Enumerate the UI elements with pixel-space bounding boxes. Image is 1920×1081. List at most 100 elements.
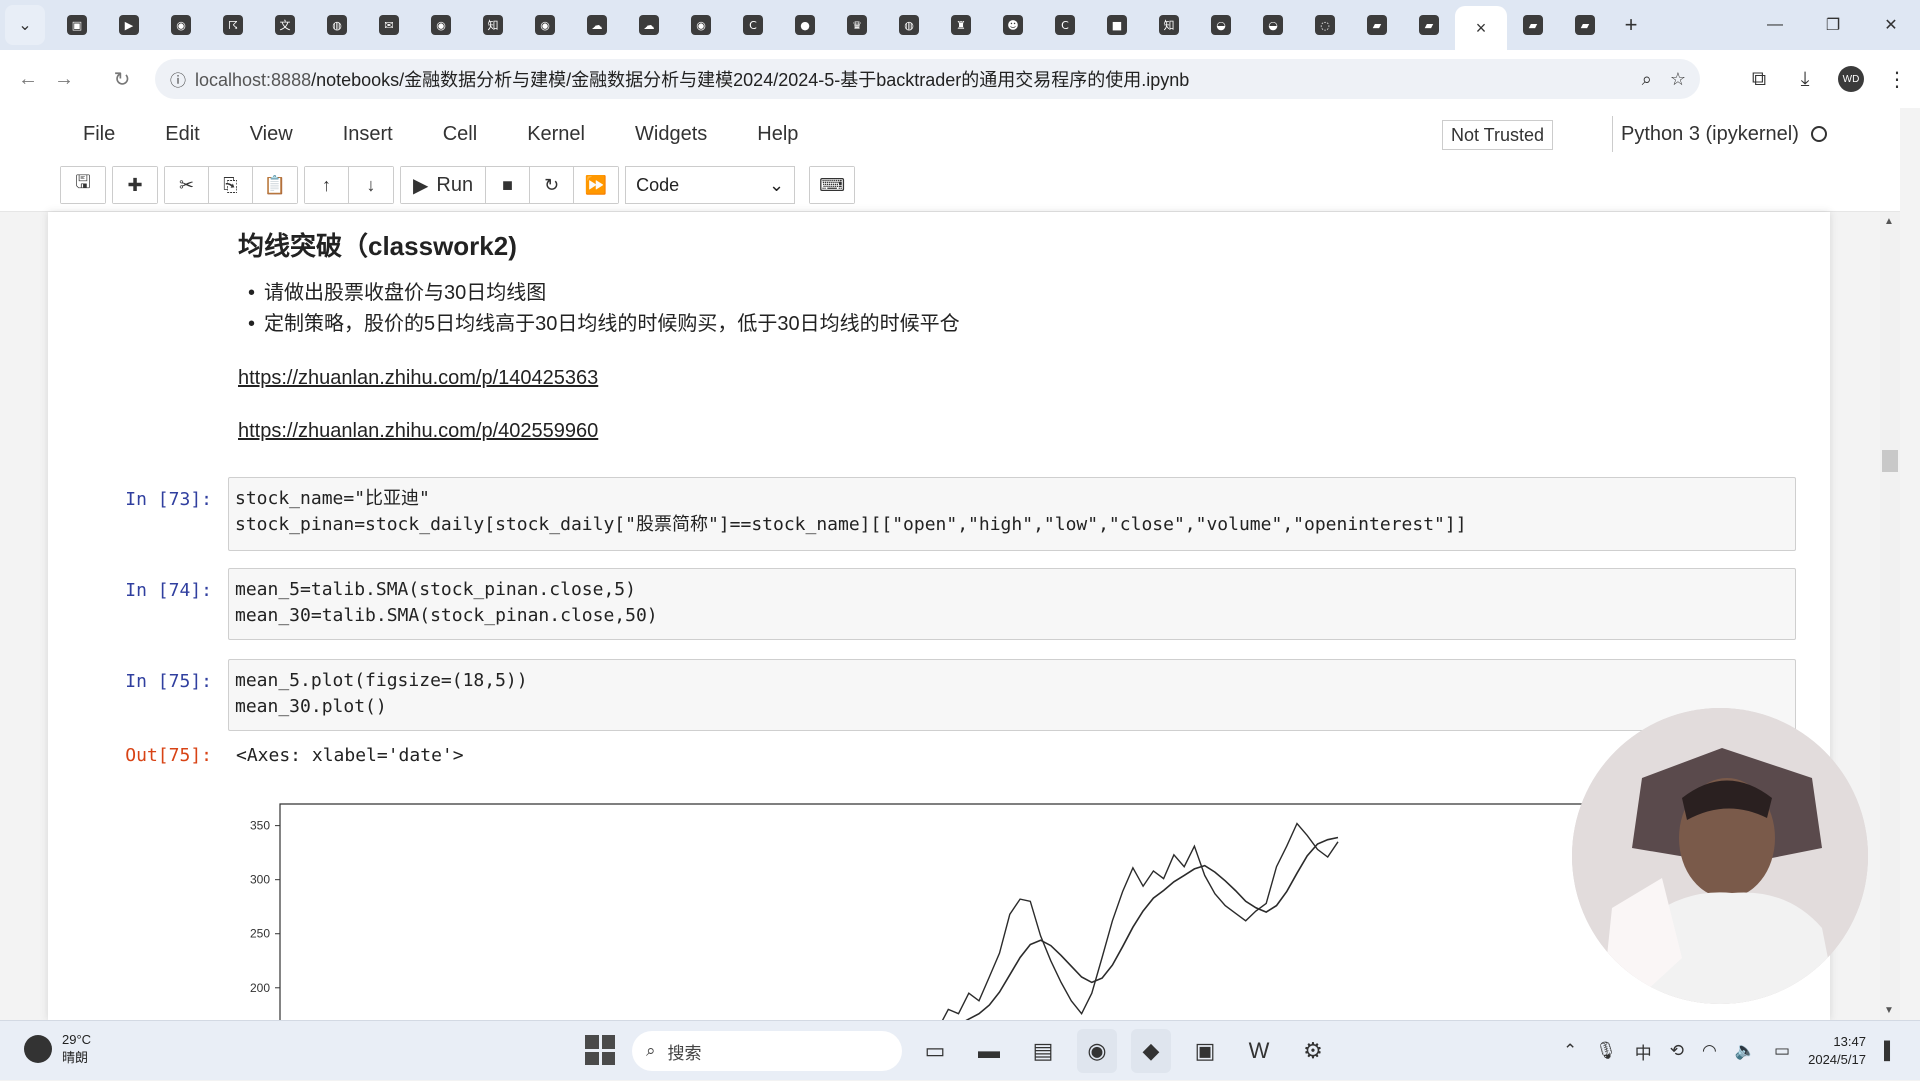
move-up-icon[interactable]: ↑ bbox=[305, 167, 349, 203]
back-icon[interactable]: ← bbox=[10, 61, 46, 97]
browser-tab[interactable]: ☻ bbox=[987, 5, 1039, 45]
microphone-icon[interactable]: 🎙 bbox=[1595, 1041, 1617, 1061]
forward-icon[interactable]: → bbox=[46, 61, 82, 97]
close-tab-icon[interactable]: × bbox=[1476, 18, 1487, 39]
restart-run-all-icon[interactable]: ⏩ bbox=[574, 167, 619, 203]
menu-kernel[interactable]: Kernel bbox=[502, 123, 610, 146]
browser-tab[interactable]: ■ bbox=[1091, 5, 1143, 45]
browser-tab[interactable]: ◌ bbox=[1299, 5, 1351, 45]
scroll-up-icon[interactable]: ▲ bbox=[1884, 216, 1894, 227]
browser-tab[interactable]: ▰ bbox=[1507, 5, 1559, 45]
not-trusted-badge[interactable]: Not Trusted bbox=[1442, 120, 1554, 150]
menu-kebab-icon[interactable]: ⋮ bbox=[1874, 67, 1920, 92]
insert-cell-icon[interactable]: ✚ bbox=[113, 167, 157, 203]
menu-view[interactable]: View bbox=[225, 123, 318, 146]
chrome-icon[interactable]: ◉ bbox=[1077, 1029, 1117, 1073]
browser-tab[interactable]: ♛ bbox=[831, 5, 883, 45]
browser-tab[interactable]: C bbox=[1039, 5, 1091, 45]
new-tab-button[interactable]: + bbox=[1611, 12, 1651, 38]
browser-tab[interactable]: ▰ bbox=[1559, 5, 1611, 45]
battery-icon[interactable]: ▭ bbox=[1774, 1041, 1790, 1061]
restore-icon[interactable]: ❐ bbox=[1804, 0, 1862, 50]
clock[interactable]: 13:47 2024/5/17 bbox=[1808, 1033, 1866, 1069]
file-explorer-icon[interactable]: ▬ bbox=[969, 1029, 1009, 1073]
terminal-icon[interactable]: ▣ bbox=[1185, 1029, 1225, 1073]
browser-tab[interactable]: ☁ bbox=[623, 5, 675, 45]
notification-icon[interactable]: ▌ bbox=[1884, 1041, 1896, 1061]
menu-widgets[interactable]: Widgets bbox=[610, 123, 732, 146]
restart-icon[interactable]: ↻ bbox=[530, 167, 575, 203]
browser-tab[interactable]: 文 bbox=[259, 5, 311, 45]
browser-tab[interactable]: ✉ bbox=[363, 5, 415, 45]
browser-tab[interactable]: ☁ bbox=[571, 5, 623, 45]
settings-icon[interactable]: ⚙ bbox=[1293, 1029, 1333, 1073]
sync-icon[interactable]: ⟲ bbox=[1670, 1041, 1684, 1061]
code-cell-73[interactable]: stock_name="比亚迪" stock_pinan=stock_daily… bbox=[228, 477, 1796, 551]
wifi-icon[interactable]: ◠ bbox=[1702, 1041, 1717, 1061]
browser-tab[interactable]: ◉ bbox=[675, 5, 727, 45]
browser-tab[interactable]: ● bbox=[779, 5, 831, 45]
interrupt-icon[interactable]: ■ bbox=[486, 167, 531, 203]
active-tab[interactable]: × bbox=[1455, 6, 1507, 50]
scroll-down-icon[interactable]: ▼ bbox=[1884, 1005, 1894, 1016]
bookmark-star-icon[interactable]: ☆ bbox=[1670, 69, 1686, 90]
browser-tab[interactable]: ♜ bbox=[935, 5, 987, 45]
browser-tab[interactable]: ◉ bbox=[415, 5, 467, 45]
minimize-icon[interactable]: — bbox=[1746, 0, 1804, 50]
kernel-indicator[interactable]: Python 3 (ipykernel) bbox=[1612, 116, 1827, 152]
zoom-icon[interactable]: ⌕ bbox=[1642, 69, 1652, 90]
weather-widget[interactable]: 29°C 晴朗 bbox=[24, 1031, 91, 1067]
browser-tab[interactable]: ▰ bbox=[1351, 5, 1403, 45]
browser-tab[interactable]: ◒ bbox=[1247, 5, 1299, 45]
chevron-up-icon[interactable]: ⌃ bbox=[1563, 1041, 1577, 1061]
menu-edit[interactable]: Edit bbox=[140, 123, 224, 146]
browser-tab[interactable]: ☈ bbox=[207, 5, 259, 45]
cell-type-select[interactable]: Code ⌄ bbox=[625, 166, 796, 204]
browser-tab[interactable]: ◍ bbox=[311, 5, 363, 45]
code-cell-74[interactable]: mean_5=talib.SMA(stock_pinan.close,5) me… bbox=[228, 568, 1796, 640]
site-info-icon[interactable]: ⓘ bbox=[161, 67, 195, 91]
menu-help[interactable]: Help bbox=[732, 123, 823, 146]
menu-cell[interactable]: Cell bbox=[418, 123, 502, 146]
page-scrollbar[interactable]: ▲ ▼ bbox=[1880, 212, 1900, 1020]
volume-icon[interactable]: 🔈 bbox=[1735, 1041, 1756, 1061]
start-icon[interactable] bbox=[585, 1035, 615, 1065]
browser-tab[interactable]: C bbox=[727, 5, 779, 45]
wps-icon[interactable]: W bbox=[1239, 1029, 1279, 1073]
paste-icon[interactable]: 📋 bbox=[253, 167, 297, 203]
folder-icon[interactable]: ▤ bbox=[1023, 1029, 1063, 1073]
recorder-icon[interactable]: ◆ bbox=[1131, 1029, 1171, 1073]
reload-icon[interactable]: ↻ bbox=[104, 61, 140, 97]
move-down-icon[interactable]: ↓ bbox=[349, 167, 393, 203]
task-view-icon[interactable]: ▭ bbox=[915, 1029, 955, 1073]
browser-tab[interactable]: ▶ bbox=[103, 5, 155, 45]
keyboard-icon[interactable]: ⌨ bbox=[810, 167, 855, 203]
input-method-icon[interactable]: 中 bbox=[1635, 1039, 1652, 1064]
extensions-icon[interactable]: ⧉ bbox=[1736, 68, 1782, 91]
menu-file[interactable]: File bbox=[58, 123, 140, 146]
run-button[interactable]: ▶ Run bbox=[401, 167, 487, 203]
download-icon[interactable]: ⤓ bbox=[1782, 68, 1828, 91]
url-text[interactable]: localhost:8888/notebooks/金融数据分析与建模/金融数据分… bbox=[195, 66, 1189, 92]
taskbar-search[interactable]: ⌕ 搜索 bbox=[632, 1031, 902, 1071]
browser-tab[interactable]: ◉ bbox=[519, 5, 571, 45]
browser-tab[interactable]: 知 bbox=[1143, 5, 1195, 45]
zhihu-link-2[interactable]: https://zhuanlan.zhihu.com/p/402559960 bbox=[238, 420, 598, 443]
copy-icon[interactable]: ⎘ bbox=[209, 167, 253, 203]
browser-tab[interactable]: ▣ bbox=[51, 5, 103, 45]
menu-insert[interactable]: Insert bbox=[318, 123, 418, 146]
zhihu-link-1[interactable]: https://zhuanlan.zhihu.com/p/140425363 bbox=[238, 367, 598, 390]
address-bar[interactable]: ⓘ localhost:8888/notebooks/金融数据分析与建模/金融数… bbox=[155, 59, 1700, 99]
code-cell-75[interactable]: mean_5.plot(figsize=(18,5)) mean_30.plot… bbox=[228, 659, 1796, 731]
browser-tab[interactable]: ◒ bbox=[1195, 5, 1247, 45]
browser-tab[interactable]: ▰ bbox=[1403, 5, 1455, 45]
browser-tab[interactable]: 知 bbox=[467, 5, 519, 45]
browser-tab[interactable]: ◉ bbox=[155, 5, 207, 45]
scrollbar-thumb[interactable] bbox=[1882, 450, 1898, 472]
cut-icon[interactable]: ✂ bbox=[165, 167, 209, 203]
close-window-icon[interactable]: ✕ bbox=[1862, 0, 1920, 50]
browser-tab[interactable]: ◍ bbox=[883, 5, 935, 45]
profile-button[interactable]: WD bbox=[1828, 66, 1874, 92]
save-icon[interactable]: 🖫 bbox=[61, 167, 105, 203]
tab-search-dropdown[interactable]: ⌄ bbox=[5, 5, 45, 45]
